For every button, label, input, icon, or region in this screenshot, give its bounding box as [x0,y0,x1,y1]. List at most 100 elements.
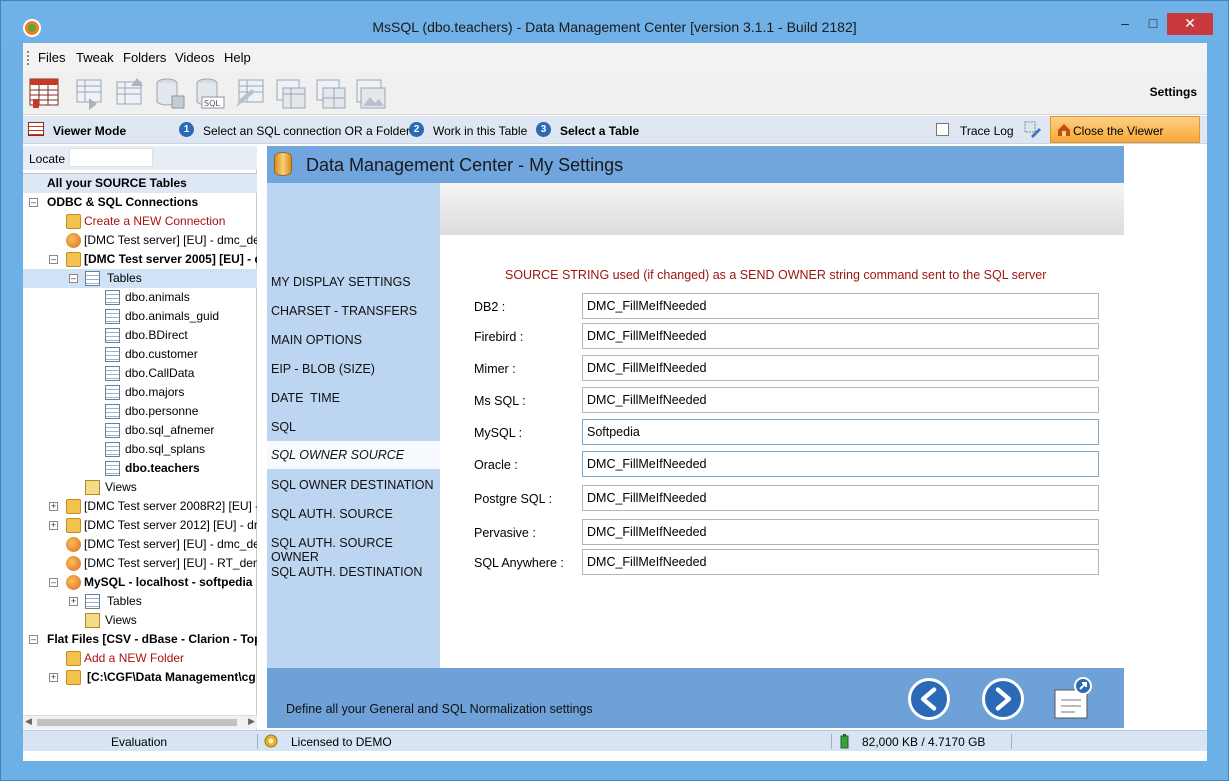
category-main-options[interactable]: MAIN OPTIONS [271,333,362,347]
firebird-field[interactable] [582,323,1099,349]
tree-item-label: Add a NEW Folder [84,651,185,665]
category-sql-auth-source[interactable]: SQL AUTH. SOURCE [271,507,393,521]
mysql-field[interactable] [582,419,1099,445]
tree-item-label: Views [105,613,137,627]
trace-log-label[interactable]: Trace Log [960,124,1014,138]
maximize-button[interactable]: □ [1139,13,1167,35]
collapse-icon[interactable]: – [69,274,78,283]
tree-item-flat-files[interactable]: – Flat Files [CSV - dBase - Clarion - Top… [23,630,257,649]
tree-item-table-selected[interactable]: dbo.teachers [23,459,257,478]
tree-item-tables[interactable]: – Tables [23,269,257,288]
database-save-icon[interactable] [153,76,187,110]
tree-item-connection[interactable]: [DMC Test server] [EU] - dmc_de [23,535,257,554]
tree-item-mysql-connection[interactable]: – MySQL - localhost - softpedia [23,573,257,592]
table-copy-icon[interactable] [313,76,347,110]
trace-log-checkbox[interactable] [936,123,949,136]
close-viewer-button[interactable]: Close the Viewer [1050,116,1200,143]
tree-item-table[interactable]: dbo.majors [23,383,257,402]
locate-input[interactable] [69,148,153,167]
db2-field[interactable] [582,293,1099,319]
scroll-left-icon[interactable]: ◀ [25,716,32,727]
category-sql-owner-source[interactable]: SQL OWNER SOURCE [267,441,440,469]
tree-item-new-connection[interactable]: Create a NEW Connection [23,212,257,231]
sql-anywhere-field[interactable] [582,549,1099,575]
tree-item-table[interactable]: dbo.animals_guid [23,307,257,326]
svg-text:SQL: SQL [204,99,220,108]
tree-item-table[interactable]: dbo.sql_afnemer [23,421,257,440]
table-image-icon[interactable] [353,76,387,110]
scroll-thumb[interactable] [37,719,237,726]
pervasive-field[interactable] [582,519,1099,545]
sql-anywhere-label: SQL Anywhere : [474,556,564,570]
memory-status: 82,000 KB / 4.7170 GB [862,735,986,749]
tree-item-new-folder[interactable]: Add a NEW Folder [23,649,257,668]
database-icon [66,537,81,552]
tree-item-table[interactable]: dbo.sql_splans [23,440,257,459]
forward-arrow-icon[interactable] [982,678,1024,720]
settings-label[interactable]: Settings [1150,85,1197,99]
tree-horizontal-scrollbar[interactable]: ◀ ▶ [23,715,257,729]
menu-tweak[interactable]: Tweak [76,50,114,65]
table-icon [105,328,120,343]
tools-icon[interactable] [1024,121,1041,138]
tree-item-table[interactable]: dbo.animals [23,288,257,307]
menu-folders[interactable]: Folders [123,50,166,65]
expand-icon[interactable]: + [49,502,58,511]
table-merge-icon[interactable] [273,76,307,110]
postgresql-field[interactable] [582,485,1099,511]
title-bar[interactable]: MsSQL (dbo.teachers) - Data Management C… [1,1,1228,41]
export-settings-icon[interactable] [1047,676,1095,722]
tree-item-table[interactable]: dbo.CallData [23,364,257,383]
collapse-icon[interactable]: – [29,198,38,207]
oracle-field[interactable] [582,451,1099,477]
collapse-icon[interactable]: – [29,635,38,644]
mimer-field[interactable] [582,355,1099,381]
table-export-icon[interactable] [113,76,147,110]
close-window-button[interactable]: ✕ [1167,13,1213,35]
tree-item-label: Views [105,480,137,494]
tree-item-odbc-connections[interactable]: – ODBC & SQL Connections [23,193,257,212]
app-window: MsSQL (dbo.teachers) - Data Management C… [0,0,1229,781]
tree-item-connection[interactable]: [DMC Test server] [EU] - dmc_de [23,231,257,250]
category-sql[interactable]: SQL [271,420,296,434]
tree-item-table[interactable]: dbo.BDirect [23,326,257,345]
category-sql-auth-destination[interactable]: SQL AUTH. DESTINATION [271,565,422,579]
tree-item-label: [DMC Test server] [EU] - dmc_de [84,233,257,247]
category-eip-blob[interactable]: EIP - BLOB (SIZE) [271,362,375,376]
category-sql-auth-source-owner[interactable]: SQL AUTH. SOURCE OWNER [271,536,440,564]
table-book-icon[interactable] [27,76,61,110]
table-edit-icon[interactable] [233,76,267,110]
table-icon [105,290,120,305]
expand-icon[interactable]: + [69,597,78,606]
table-import-icon[interactable] [73,76,107,110]
menu-files[interactable]: Files [38,50,65,65]
collapse-icon[interactable]: – [49,578,58,587]
content-header-gradient [440,183,1124,235]
minimize-button[interactable]: – [1111,13,1139,35]
menu-help[interactable]: Help [224,50,251,65]
back-arrow-icon[interactable] [908,678,950,720]
tree-item-views[interactable]: Views [23,478,257,497]
expand-icon[interactable]: + [49,673,58,682]
menu-videos[interactable]: Videos [175,50,215,65]
tree-item-views[interactable]: Views [23,611,257,630]
tree-item-table[interactable]: dbo.customer [23,345,257,364]
mssql-field[interactable] [582,387,1099,413]
tree-item-tables[interactable]: + Tables [23,592,257,611]
tree-item-connection[interactable]: – [DMC Test server 2005] [EU] - d [23,250,257,269]
category-display-settings[interactable]: MY DISPLAY SETTINGS [271,275,411,289]
tree-item-folder[interactable]: + [C:\CGF\Data Management\cg [23,668,257,687]
tree-item-connection[interactable]: [DMC Test server] [EU] - RT_dem [23,554,257,573]
expand-icon[interactable]: + [49,521,58,530]
tree-item-connection[interactable]: + [DMC Test server 2008R2] [EU] - [23,497,257,516]
scroll-right-icon[interactable]: ▶ [248,716,255,727]
sql-database-icon[interactable]: SQL [193,76,227,110]
category-sql-owner-destination[interactable]: SQL OWNER DESTINATION [271,478,434,492]
collapse-icon[interactable]: – [49,255,58,264]
tree-item-table[interactable]: dbo.personne [23,402,257,421]
category-charset-transfers[interactable]: CHARSET - TRANSFERS [271,304,417,318]
tree-item-connection[interactable]: + [DMC Test server 2012] [EU] - dn [23,516,257,535]
category-date-time[interactable]: DATE TIME [271,391,340,405]
tree-header[interactable]: All your SOURCE Tables [23,174,257,193]
evaluation-status: Evaluation [111,735,168,749]
